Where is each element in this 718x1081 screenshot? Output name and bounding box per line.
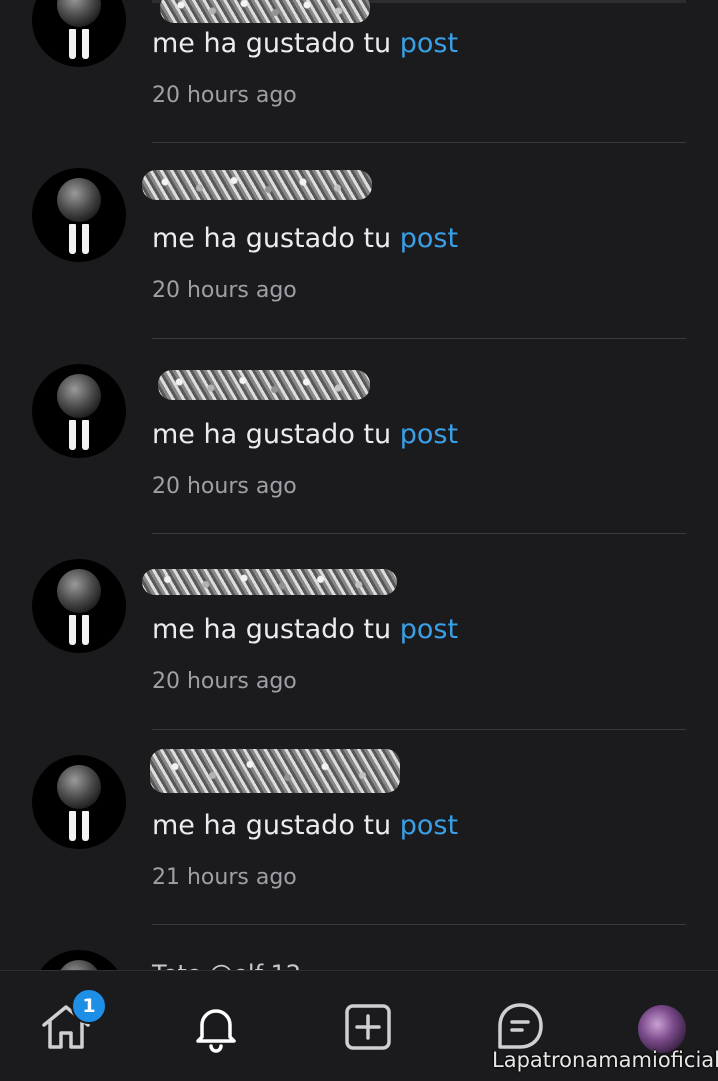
divider	[152, 338, 686, 339]
notification-time: 20 hours ago	[152, 669, 297, 694]
post-link[interactable]: post	[400, 419, 458, 450]
notification-message: me ha gustado tu post	[152, 614, 459, 645]
avatar-head-icon	[57, 374, 101, 418]
notification-item[interactable]: me ha gustado tu post 20 hours ago	[0, 539, 718, 734]
avatar-head-icon	[57, 960, 101, 970]
notification-time: 21 hours ago	[152, 865, 297, 890]
partial-username: Tete @elf 12	[152, 960, 301, 970]
plus-square-icon	[345, 1004, 391, 1050]
avatar-body-icon	[69, 29, 89, 59]
user-avatar[interactable]	[32, 559, 126, 653]
create-button[interactable]	[340, 999, 396, 1055]
divider	[152, 533, 686, 534]
avatar-head-icon	[57, 178, 101, 222]
bell-icon	[196, 1009, 236, 1053]
avatar-body-icon	[69, 615, 89, 645]
notification-time: 20 hours ago	[152, 83, 297, 108]
notifications-button[interactable]	[188, 999, 244, 1055]
notification-badge: 1	[71, 988, 107, 1024]
notification-message: me ha gustado tu post	[152, 419, 459, 450]
notification-time: 20 hours ago	[152, 474, 297, 499]
divider	[152, 729, 686, 730]
notification-item[interactable]: me ha gustado tu post 20 hours ago	[0, 0, 718, 148]
user-avatar[interactable]	[32, 168, 126, 262]
avatar-head-icon	[57, 0, 101, 27]
avatar-head-icon	[57, 765, 101, 809]
redacted-username	[142, 569, 397, 595]
redacted-username	[150, 749, 400, 793]
user-avatar[interactable]	[32, 755, 126, 849]
avatar-body-icon	[69, 224, 89, 254]
notification-item[interactable]: me ha gustado tu post 20 hours ago	[0, 344, 718, 539]
post-link[interactable]: post	[400, 223, 458, 254]
redacted-username	[160, 0, 370, 23]
notification-time: 20 hours ago	[152, 278, 297, 303]
notification-message: me ha gustado tu post	[152, 810, 459, 841]
post-link[interactable]: post	[400, 614, 458, 645]
watermark: Lapatronamamioficial	[492, 1048, 718, 1072]
user-avatar[interactable]	[32, 0, 126, 67]
post-link[interactable]: post	[400, 28, 458, 59]
message-icon	[498, 1003, 543, 1049]
avatar-body-icon	[69, 420, 89, 450]
notification-item[interactable]: me ha gustado tu post 20 hours ago	[0, 148, 718, 343]
avatar-head-icon	[57, 569, 101, 613]
user-avatar[interactable]	[32, 364, 126, 458]
divider	[152, 142, 686, 143]
messages-button[interactable]	[492, 999, 548, 1055]
redacted-username	[142, 170, 372, 200]
notification-message: me ha gustado tu post	[152, 28, 459, 59]
profile-avatar[interactable]	[638, 1005, 686, 1053]
post-link[interactable]: post	[400, 810, 458, 841]
divider	[152, 924, 686, 925]
user-avatar[interactable]	[32, 950, 126, 970]
avatar-body-icon	[69, 811, 89, 841]
notification-message: me ha gustado tu post	[152, 223, 459, 254]
redacted-username	[158, 370, 370, 400]
notification-feed: me ha gustado tu post 20 hours ago me ha…	[0, 0, 718, 970]
notification-item[interactable]: me ha gustado tu post 21 hours ago	[0, 735, 718, 930]
